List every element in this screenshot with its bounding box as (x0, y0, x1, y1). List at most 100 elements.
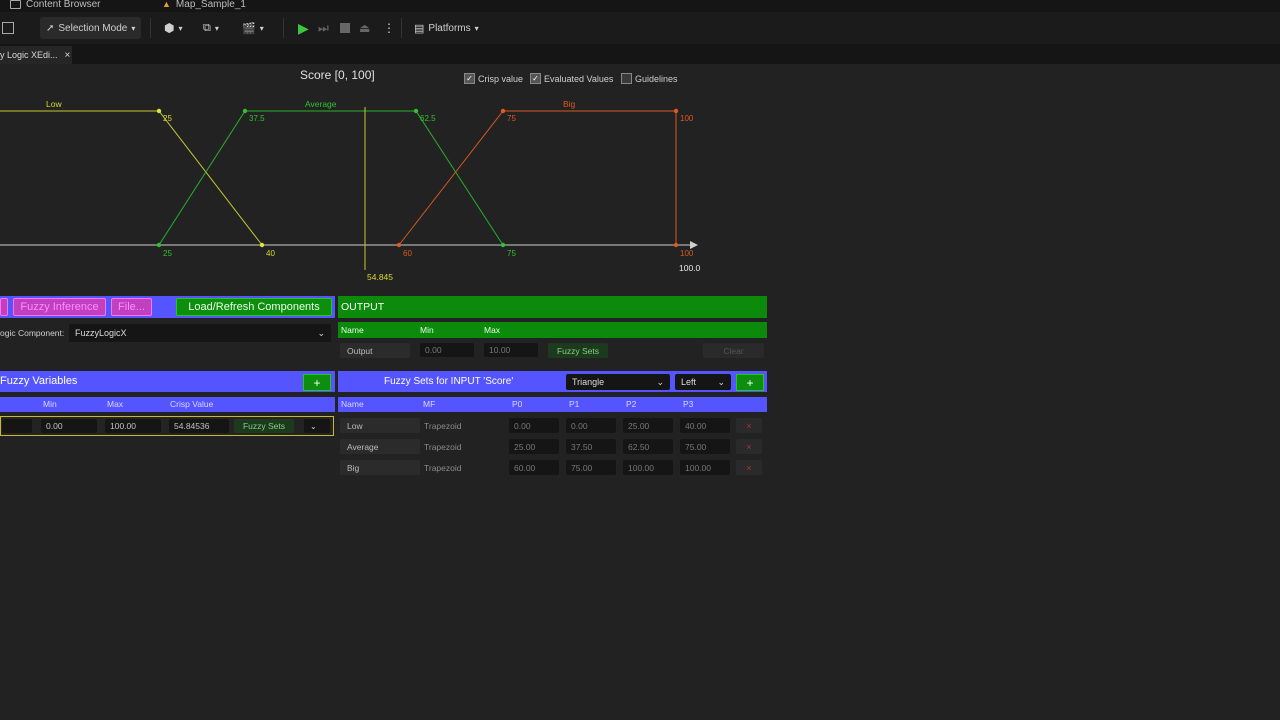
stop-button[interactable] (340, 17, 350, 39)
p0-field[interactable]: 0.00 (509, 418, 559, 433)
checkbox-unchecked-icon[interactable] (621, 73, 632, 84)
point-low-p2[interactable] (156, 108, 162, 114)
fuzzy-sets-title: Fuzzy Sets for INPUT 'Score' (384, 376, 514, 387)
selection-mode-dropdown[interactable]: ➚ Selection Mode ▾ (40, 17, 142, 39)
close-icon[interactable]: × (65, 50, 71, 61)
advance-frame-button[interactable]: ⏭ (318, 17, 329, 39)
point-label: 100 (680, 114, 694, 123)
option-guidelines[interactable]: Guidelines (621, 73, 678, 84)
point-average-p2[interactable] (413, 108, 419, 114)
blueprints-button[interactable]: ⧉ ▾ (203, 17, 219, 39)
point-average-p0[interactable] (156, 242, 162, 248)
set-name-low: Low (46, 99, 62, 109)
save-button[interactable] (2, 17, 14, 39)
p3-field[interactable]: 75.00 (680, 439, 730, 454)
p1-field[interactable]: 75.00 (566, 460, 616, 475)
p2-field[interactable]: 62.50 (623, 439, 673, 454)
save-icon (2, 22, 14, 34)
column-header: P0 (512, 399, 523, 409)
column-header: MF (423, 399, 436, 409)
point-big-p0[interactable] (396, 242, 402, 248)
p0-field[interactable]: 25.00 (509, 439, 559, 454)
tab-content-browser[interactable]: Content Browser (10, 0, 100, 11)
sets-columns-header: Name MF P0 P1 P2 P3 (338, 397, 767, 412)
fuzzy-inference-button[interactable]: Fuzzy Inference (13, 298, 106, 316)
graph-title: Score [0, 100] (300, 68, 375, 82)
platforms-dropdown[interactable]: ▤ Platforms ▾ (414, 17, 479, 39)
p2-field[interactable]: 100.00 (623, 460, 673, 475)
set-name-field[interactable]: Low (340, 418, 420, 433)
step-icon: ⏭ (318, 20, 329, 35)
output-min-field[interactable]: 0.00 (420, 343, 474, 357)
variable-name-field[interactable] (2, 419, 32, 433)
checkbox-checked-icon[interactable]: ✓ (530, 73, 541, 84)
point-big-p2[interactable] (673, 108, 679, 114)
mf-type-dropdown[interactable]: Triangle ⌄ (566, 374, 670, 390)
component-dropdown[interactable]: FuzzyLogicX ⌄ (69, 324, 331, 342)
platforms-icon: ▤ (414, 22, 425, 35)
point-average-p3[interactable] (500, 242, 506, 248)
option-label: Crisp value (478, 73, 524, 84)
stop-icon (340, 23, 350, 33)
chevron-down-icon: ▾ (131, 23, 136, 33)
fuzzy-variables-header: Fuzzy Variables (0, 371, 335, 392)
min-field[interactable]: 0.00 (41, 419, 97, 433)
max-field[interactable]: 100.00 (105, 419, 161, 433)
set-name-field[interactable]: Big (340, 460, 420, 475)
play-options-button[interactable]: ⋮ (383, 17, 395, 39)
add-set-button[interactable]: + (736, 374, 764, 391)
option-evaluated-values[interactable]: ✓ Evaluated Values (530, 73, 613, 84)
clear-output-button[interactable]: Clear (703, 343, 764, 358)
point-label: 62.5 (420, 114, 436, 123)
truncated-button[interactable] (0, 298, 8, 316)
chevron-down-icon: ⌄ (656, 376, 664, 387)
component-label: ogic Component: (0, 328, 65, 338)
crisp-value-field[interactable]: 54.84536 (169, 419, 229, 433)
load-refresh-components-button[interactable]: Load/Refresh Components (176, 298, 332, 316)
membership-graph: Low Average Big 25 37.5 62.5 75 100 25 4… (0, 99, 701, 282)
point-big-p3[interactable] (673, 242, 679, 248)
clapper-icon: 🎬 (242, 22, 256, 35)
tab-map-label: Map_Sample_1 (175, 0, 246, 10)
p0-field[interactable]: 60.00 (509, 460, 559, 475)
output-name-field[interactable]: Output (340, 343, 410, 358)
p1-field[interactable]: 37.50 (566, 439, 616, 454)
p2-field[interactable]: 25.00 (623, 418, 673, 433)
tab-content-browser-label: Content Browser (26, 0, 101, 10)
mf-type-value: Triangle (572, 377, 605, 387)
side-dropdown[interactable]: Left ⌄ (675, 374, 731, 390)
crisp-value-label: 54.845 (367, 272, 393, 282)
add-variable-button[interactable]: + (303, 374, 331, 391)
play-icon: ▶ (298, 19, 309, 36)
point-label: 25 (163, 114, 172, 123)
cinematics-button[interactable]: 🎬 ▾ (242, 17, 264, 39)
point-average-p1[interactable] (242, 108, 248, 114)
output-max-field[interactable]: 10.00 (484, 343, 538, 357)
eject-icon: ⏏ (359, 21, 371, 35)
editor-tab-bar (0, 44, 1280, 64)
column-header: P2 (626, 399, 637, 409)
file-button[interactable]: File... (111, 298, 152, 316)
option-crisp-value[interactable]: ✓ Crisp value (464, 73, 523, 84)
variable-options-dropdown[interactable]: ⌄ (304, 419, 330, 433)
play-button[interactable]: ▶ (298, 17, 309, 39)
tab-map[interactable]: ▲ Map_Sample_1 (162, 0, 246, 11)
p1-field[interactable]: 0.00 (566, 418, 616, 433)
delete-set-button[interactable]: × (736, 439, 762, 454)
checkbox-checked-icon[interactable]: ✓ (464, 73, 475, 84)
point-big-p1[interactable] (500, 108, 506, 114)
set-name-field[interactable]: Average (340, 439, 420, 454)
point-label: 75 (507, 249, 516, 258)
delete-set-button[interactable]: × (736, 460, 762, 475)
fuzzy-sets-button[interactable]: Fuzzy Sets (234, 419, 294, 433)
point-label: 25 (163, 249, 172, 258)
set-mf-label: Trapezoid (424, 442, 462, 452)
p3-field[interactable]: 40.00 (680, 418, 730, 433)
eject-button[interactable]: ⏏ (359, 17, 370, 39)
add-content-button[interactable]: ⬢ ▾ (164, 17, 183, 39)
tab-fuzzy-logic-editor[interactable]: y Logic XEdi... × (0, 46, 72, 64)
output-fuzzy-sets-button[interactable]: Fuzzy Sets (548, 343, 608, 358)
p3-field[interactable]: 100.00 (680, 460, 730, 475)
point-low-p3[interactable] (259, 242, 265, 248)
delete-set-button[interactable]: × (736, 418, 762, 433)
